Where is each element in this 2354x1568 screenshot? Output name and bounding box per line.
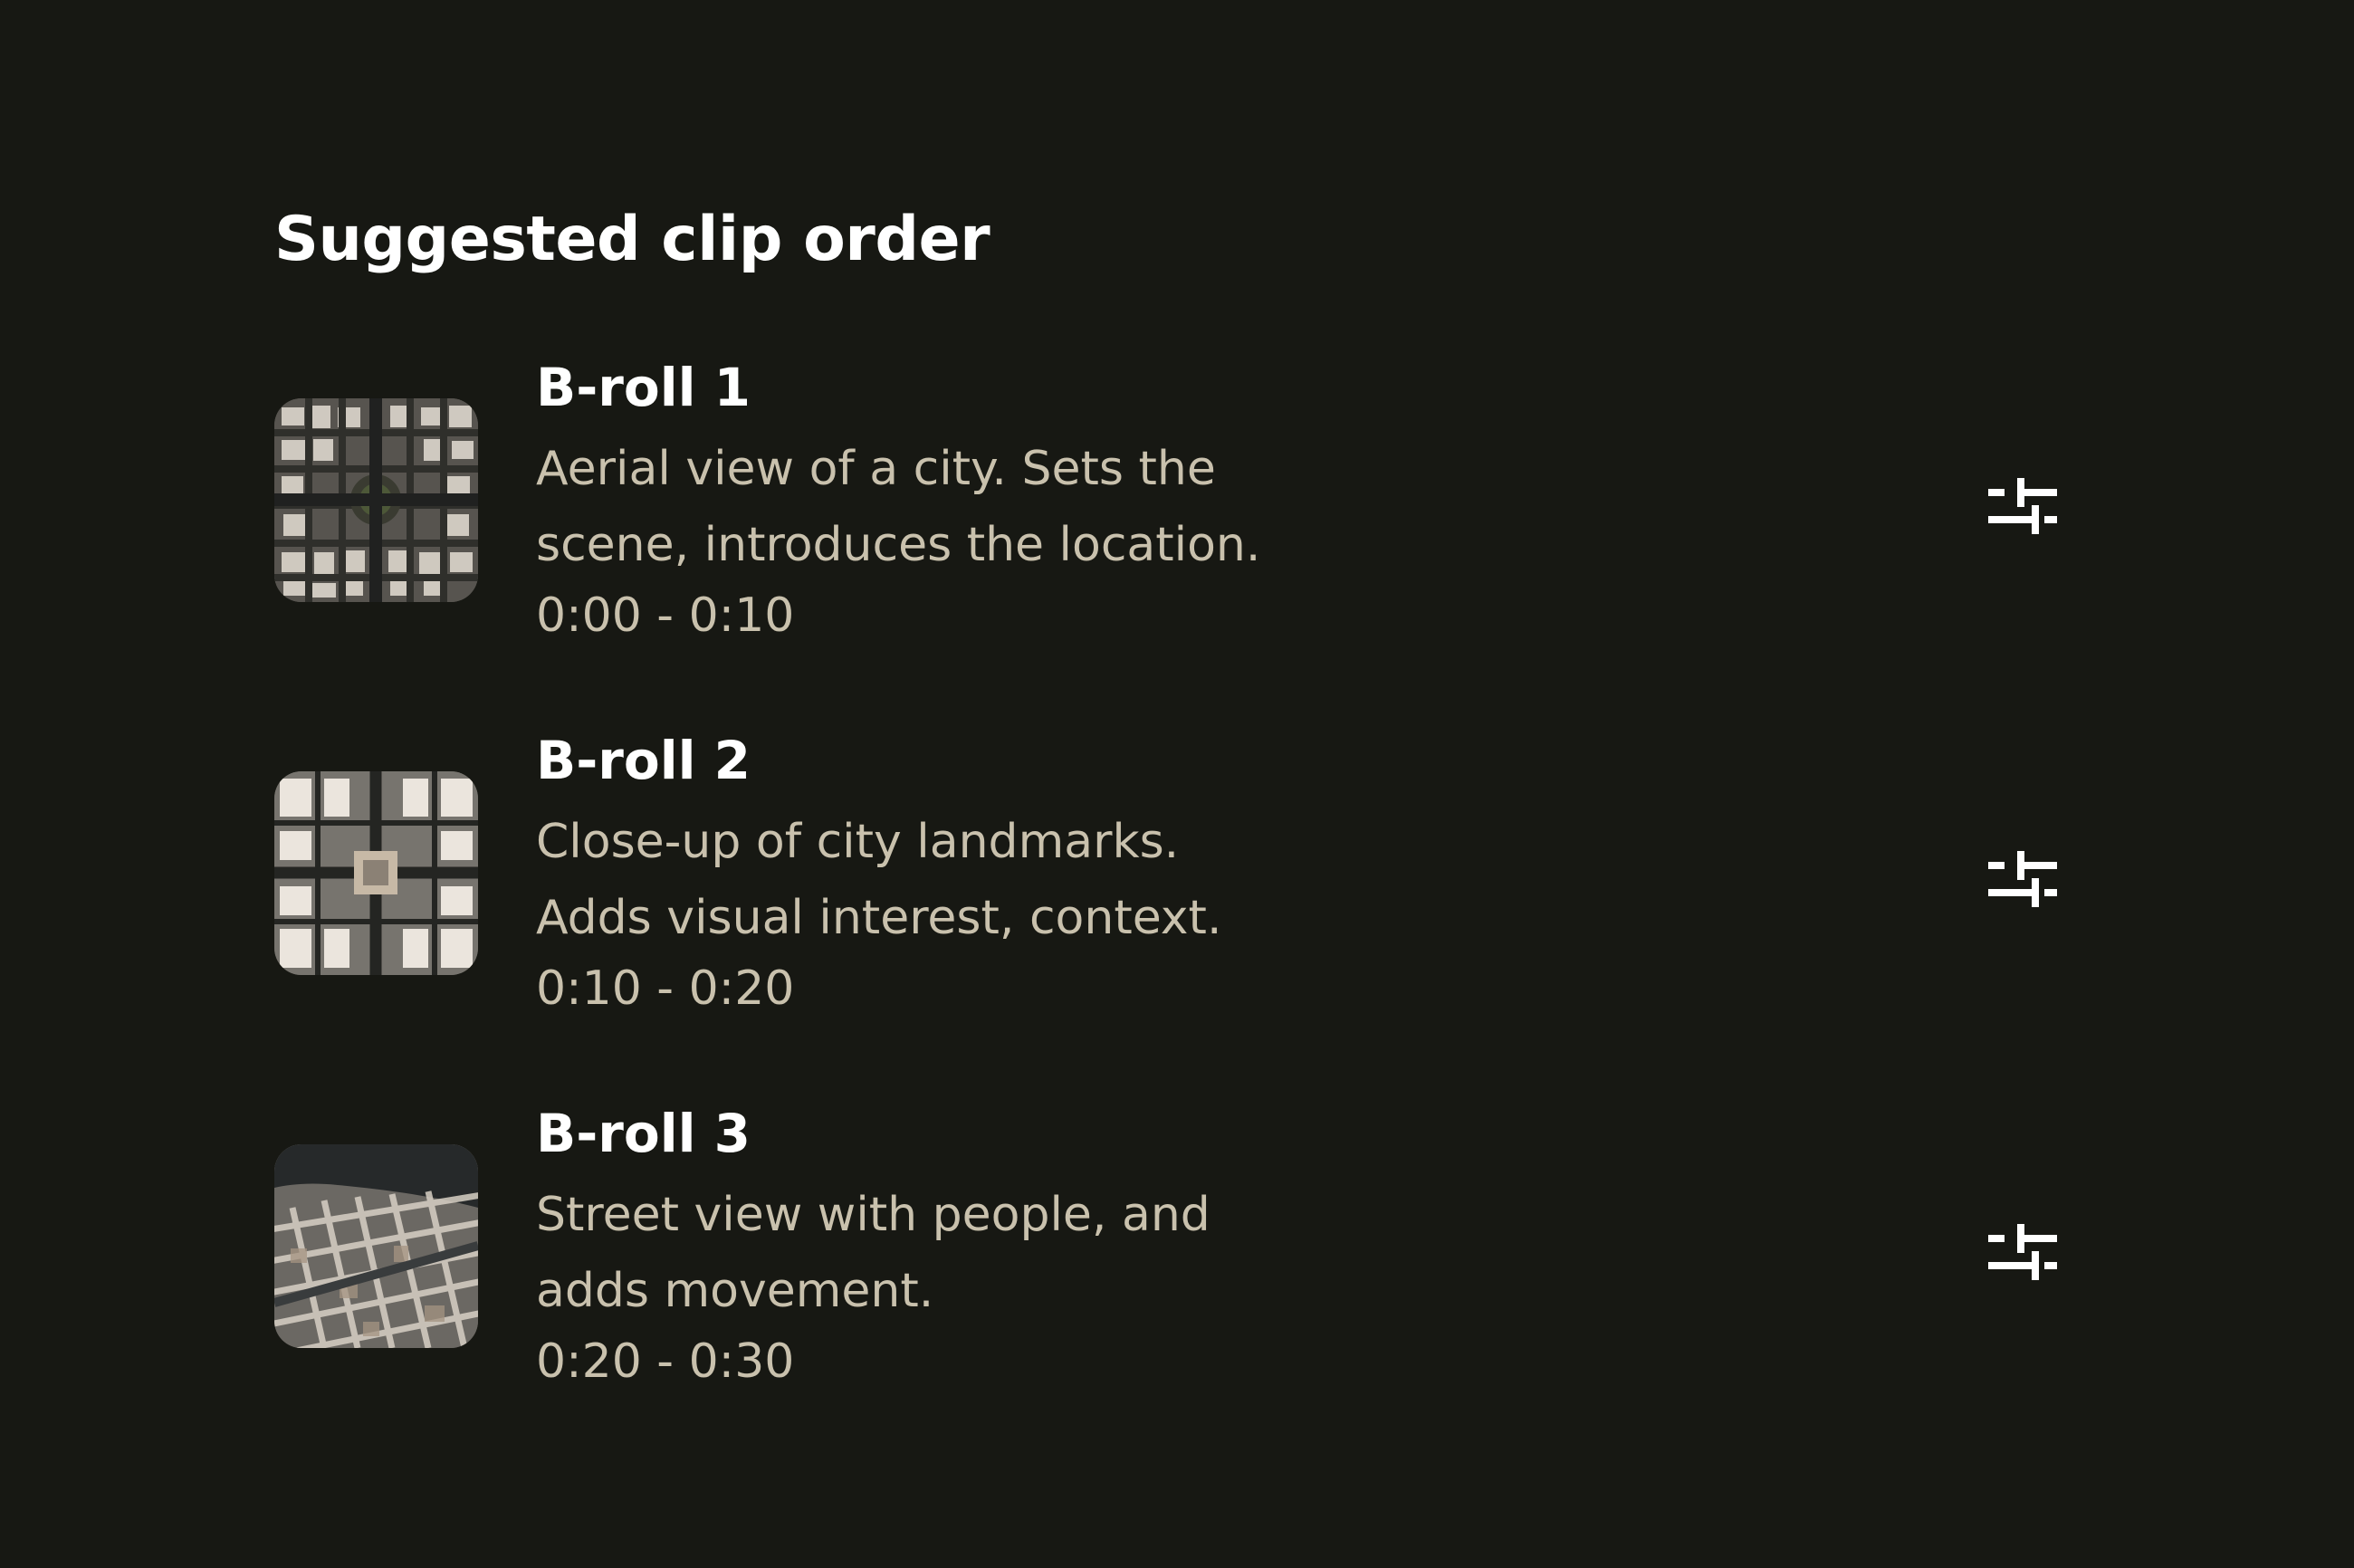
suggested-clip-order-panel: Suggested clip order B-roll 1 Aerial vie…	[0, 0, 2354, 1568]
adjust-clip-button[interactable]	[1983, 464, 2070, 550]
clip-description-line: scene, introduces the location.	[536, 518, 1261, 572]
broll-1-thumbnail	[274, 398, 478, 602]
broll-2-thumbnail	[274, 771, 478, 975]
broll-3-thumbnail	[274, 1144, 478, 1348]
clip-time-range: 0:00 - 0:10	[536, 588, 795, 643]
clip-title: B-roll 2	[536, 730, 751, 791]
clip-title: B-roll 1	[536, 357, 751, 418]
adjust-clip-button[interactable]	[1983, 1209, 2070, 1296]
page-title: Suggested clip order	[274, 204, 990, 275]
clip-row-broll-1: B-roll 1 Aerial view of a city. Sets the…	[0, 355, 2354, 654]
clip-time-range: 0:20 - 0:30	[536, 1334, 795, 1389]
clip-row-broll-2: B-roll 2 Close-up of city landmarks. Add…	[0, 728, 2354, 1027]
clip-description-line: Street view with people, and	[536, 1188, 1210, 1242]
sliders-icon	[1988, 1224, 2057, 1280]
clip-row-broll-3: B-roll 3 Street view with people, and ad…	[0, 1101, 2354, 1400]
clip-description-line: Adds visual interest, context.	[536, 891, 1222, 945]
sliders-icon	[1988, 851, 2057, 907]
sliders-icon	[1988, 478, 2057, 534]
clip-description: Aerial view of a city. Sets the scene, i…	[536, 431, 1351, 583]
clip-description: Street view with people, and adds moveme…	[536, 1177, 1351, 1329]
clip-description-line: adds movement.	[536, 1264, 934, 1318]
clip-title: B-roll 3	[536, 1103, 751, 1164]
clip-description-line: Aerial view of a city. Sets the	[536, 442, 1216, 496]
adjust-clip-button[interactable]	[1983, 837, 2070, 923]
clip-description-line: Close-up of city landmarks.	[536, 815, 1180, 869]
clip-description: Close-up of city landmarks. Adds visual …	[536, 804, 1351, 956]
clip-time-range: 0:10 - 0:20	[536, 961, 795, 1016]
aerial-city-thumbnail-icon	[274, 398, 478, 602]
city-landmarks-thumbnail-icon	[274, 771, 478, 975]
street-view-thumbnail-icon	[274, 1144, 478, 1348]
